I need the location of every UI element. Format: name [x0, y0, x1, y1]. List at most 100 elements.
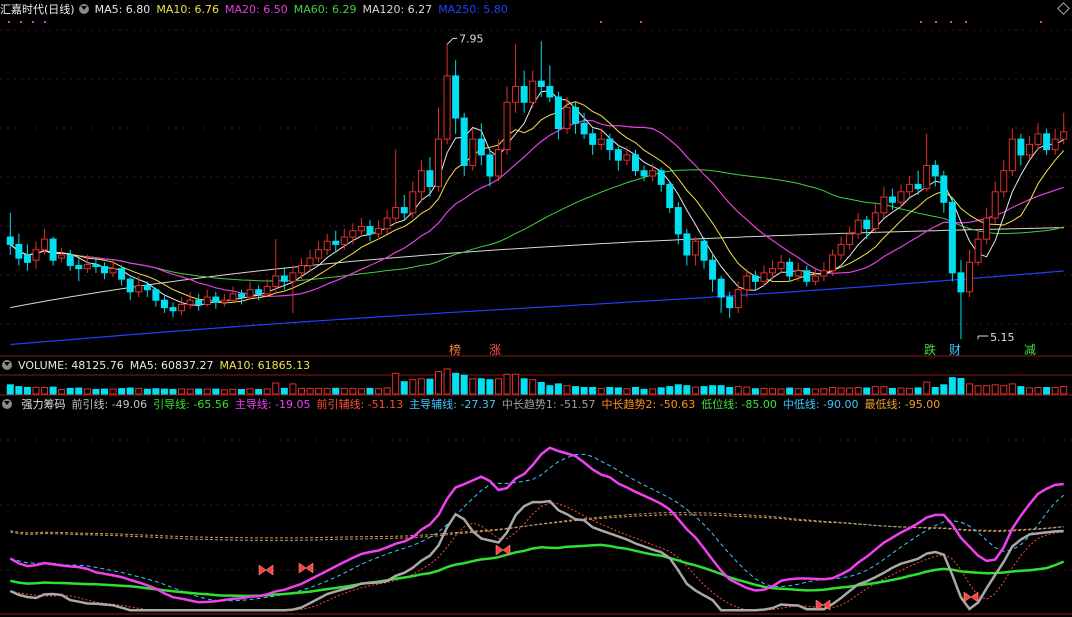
volume-bar — [974, 385, 982, 395]
candle-body — [49, 238, 57, 261]
volume-bar — [435, 371, 443, 395]
candle-body — [700, 240, 708, 261]
volume-bar — [803, 387, 811, 395]
indicator-menu-icon[interactable] — [2, 399, 12, 409]
volume-bar — [554, 383, 562, 395]
volume-bar — [246, 388, 254, 395]
volume-bar — [691, 386, 699, 395]
low-label: 5.15 — [990, 331, 1015, 344]
candle-body — [743, 275, 751, 291]
indicator-legend-item: 主导线: -19.05 — [234, 398, 311, 411]
candle-body — [229, 293, 237, 301]
volume-bar — [32, 386, 40, 395]
main-panel-menu-icon[interactable] — [78, 4, 89, 14]
volume-bar — [83, 388, 91, 395]
candle-body — [1051, 138, 1059, 151]
volume-bar — [589, 387, 597, 395]
candle-body — [126, 278, 134, 293]
candle-body — [383, 217, 391, 230]
candle-body — [169, 307, 177, 312]
candle-body — [614, 149, 622, 161]
volume-bar — [452, 372, 460, 395]
volume-bar — [349, 387, 357, 395]
candle-body — [709, 259, 717, 280]
candle-body — [683, 233, 691, 256]
volume-bar — [726, 387, 734, 395]
candle-body — [41, 238, 49, 251]
candle-body — [580, 122, 588, 135]
candle-body — [375, 228, 383, 235]
candle-body — [1034, 133, 1042, 145]
candle-body — [914, 183, 922, 190]
candle-body — [220, 299, 228, 303]
volume-menu-icon[interactable] — [2, 360, 12, 370]
volume-bar — [966, 383, 974, 395]
candle-body — [6, 236, 14, 245]
candle-body — [597, 138, 605, 145]
candle-body — [734, 289, 742, 309]
volume-bar — [794, 388, 802, 395]
candle-body — [854, 219, 862, 235]
volume-bar — [1051, 387, 1059, 395]
candle-body — [477, 138, 485, 156]
candle-body — [306, 257, 314, 266]
volume-bar — [957, 378, 965, 395]
candle-body — [717, 278, 725, 298]
candle-body — [1000, 170, 1008, 193]
volume-bar — [92, 388, 100, 395]
candle-body — [623, 154, 631, 161]
candle-body — [212, 296, 220, 303]
volume-bar — [66, 387, 74, 395]
candle-body — [417, 170, 425, 193]
candle-body — [195, 299, 203, 305]
indicator-legend-item: 主导辅线: -27.37 — [409, 398, 496, 411]
candle-body — [246, 289, 254, 298]
stock-title: 汇嘉时代(日线) — [0, 3, 75, 16]
candle-body — [443, 75, 451, 140]
volume-bar — [15, 386, 23, 395]
candle-body — [349, 230, 357, 238]
volume-bar — [178, 388, 186, 395]
candle-body — [966, 261, 974, 293]
ma20-label: MA20: 6.50 — [225, 3, 288, 16]
volume-bar — [1060, 386, 1068, 395]
candle-body — [1017, 138, 1025, 156]
volume-bar — [734, 386, 742, 395]
volume-bar — [263, 388, 271, 395]
candle-body — [23, 254, 31, 263]
volume-bar — [426, 378, 434, 395]
candle-body — [512, 85, 520, 103]
volume-bar — [640, 388, 648, 395]
volume-bar — [623, 388, 631, 395]
volume-bar — [1008, 383, 1016, 395]
volume-bar — [289, 383, 297, 395]
signal-dot — [600, 21, 602, 23]
kline-chart[interactable]: 7.95 5.15 榜 涨 跌财 减 — [0, 0, 1072, 617]
candle-body — [1025, 143, 1033, 156]
candle-body — [828, 254, 836, 272]
volume-bar — [100, 388, 108, 395]
volume-bar — [1043, 387, 1051, 395]
volume-bar — [674, 384, 682, 395]
volume-bar — [537, 381, 545, 395]
signal-dot — [935, 21, 937, 23]
candle-body — [83, 263, 91, 270]
volume-bar — [897, 387, 905, 395]
ma60-line — [9, 169, 1064, 282]
candle-body — [546, 85, 554, 98]
candle-body — [118, 268, 126, 280]
candle-body — [906, 183, 914, 193]
butterfly-signal-icon — [495, 544, 511, 556]
volume-bar — [906, 387, 914, 395]
volume-bar — [751, 388, 759, 395]
candle-body — [503, 101, 511, 151]
candle-body — [409, 191, 417, 214]
volume-bar — [923, 381, 931, 395]
candle-body — [109, 268, 117, 274]
volume-bar — [709, 385, 717, 395]
indicator-legend-item: 引导线: -65.56 — [153, 398, 229, 411]
signal-dot — [44, 21, 46, 23]
volume-bar — [494, 378, 502, 395]
signal-dot — [965, 21, 967, 23]
volume-bar — [828, 387, 836, 395]
